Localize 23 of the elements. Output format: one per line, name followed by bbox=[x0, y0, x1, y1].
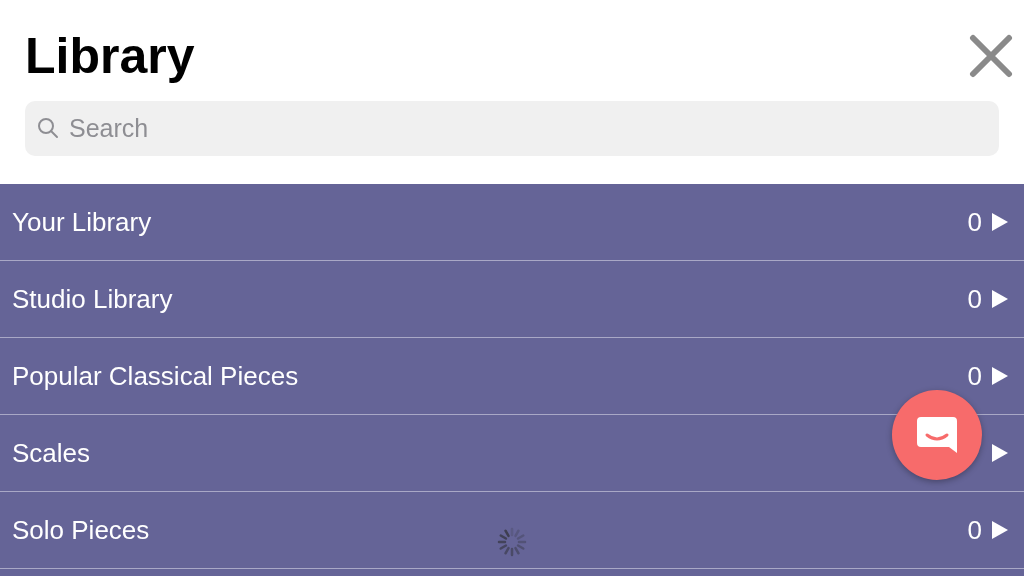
category-label: Popular Classical Pieces bbox=[12, 360, 299, 392]
close-button[interactable] bbox=[969, 34, 1013, 78]
category-row[interactable]: Studio Library 0 bbox=[0, 261, 1024, 338]
search-field[interactable]: Search bbox=[25, 101, 999, 156]
category-label: Scales bbox=[12, 437, 91, 469]
search-icon bbox=[37, 117, 59, 139]
page-title: Library bbox=[25, 27, 195, 85]
category-label: Studio Library bbox=[12, 283, 173, 315]
close-icon bbox=[969, 34, 1013, 78]
item-count: 0 bbox=[967, 283, 982, 315]
item-count: 0 bbox=[967, 514, 982, 546]
category-label: Your Library bbox=[12, 206, 152, 238]
play-arrow-icon bbox=[992, 367, 1008, 385]
category-row[interactable]: Your Library 0 bbox=[0, 184, 1024, 261]
play-arrow-icon bbox=[992, 213, 1008, 231]
play-arrow-icon bbox=[992, 444, 1008, 462]
item-count: 0 bbox=[967, 360, 982, 392]
category-label: Solo Pieces bbox=[12, 514, 150, 546]
item-count: 0 bbox=[967, 206, 982, 238]
play-arrow-icon bbox=[992, 290, 1008, 308]
play-arrow-icon bbox=[992, 521, 1008, 539]
category-row[interactable]: Solo Pieces 0 bbox=[0, 492, 1024, 569]
loading-spinner-icon bbox=[497, 527, 527, 557]
